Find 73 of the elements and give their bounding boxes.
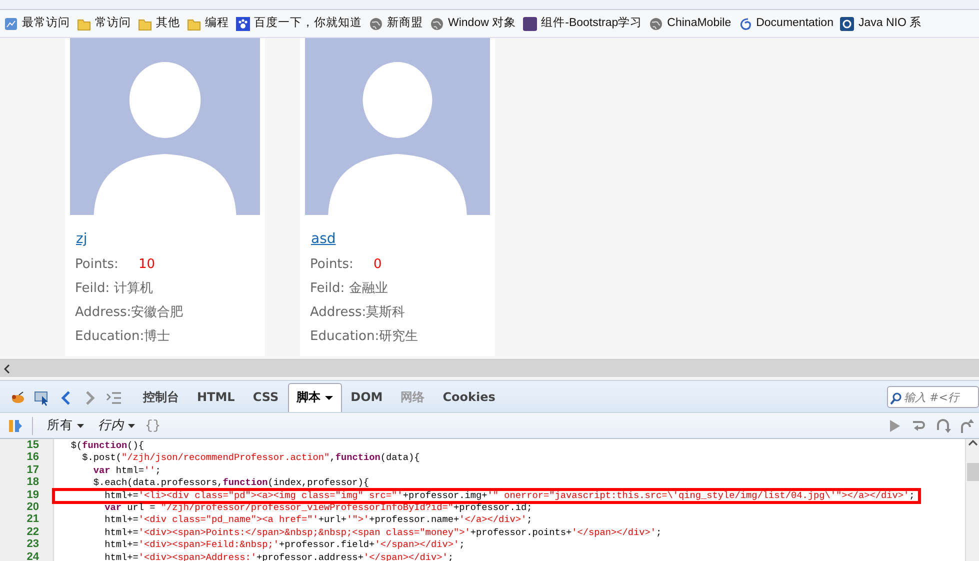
bug-icon[interactable]: [10, 390, 26, 406]
profile-education: Education:研究生: [310, 328, 420, 346]
line-number: 22: [26, 526, 40, 538]
paw-icon: [236, 17, 250, 31]
code-line: var url = "/zjh/professor/professor_viewProfessorInfoById?id="+professor.id;: [104, 502, 534, 514]
square-logo-icon: [840, 17, 854, 31]
profile-address: Address:莫斯科: [310, 304, 406, 322]
globe-icon: [649, 17, 664, 31]
bookmark-link[interactable]: 新商盟: [387, 15, 423, 33]
bookmark-link[interactable]: 其他: [156, 15, 180, 33]
folder-icon: [187, 17, 201, 31]
bookmark-link[interactable]: 最常访问: [22, 15, 70, 33]
indent-list-icon[interactable]: [106, 390, 122, 406]
code-line: html+='<div><span>Points:</span>&nbsp;&nbsp;<span class="money">'+professor.points+'</span></div>';: [104, 526, 663, 540]
code-line: html+='<li><div class="pd"><a><img class="img" src="'+professor.img+'" onerror="javascript:this.src=\'qing_style/img/list/04.jpg\'"></a></div>';: [54, 490, 919, 502]
profile-field: Feild: 计算机: [75, 279, 260, 298]
panel-tab[interactable]: Cookies: [434, 383, 504, 412]
line-number: 17: [26, 464, 40, 476]
code-line: $.post("/zjh/json/recommendProfessor.action",function(data){: [81, 452, 421, 465]
professor-name-link[interactable]: zj: [76, 229, 88, 250]
line-number: 16: [26, 451, 40, 464]
folder-icon: [138, 17, 152, 31]
profile-field: Feild: 金融业: [310, 279, 490, 298]
line-number: 23: [26, 538, 40, 551]
line-number: 19: [26, 488, 40, 501]
bookmark-link[interactable]: 百度一下，你就知道: [254, 15, 362, 33]
code-line: var html='';: [92, 464, 162, 478]
code-line: html+='<div><span>Feild:&nbsp;'+professor.field+'</span></div>';: [104, 539, 466, 552]
scrollbar-thumb[interactable]: [966, 463, 978, 481]
globe-icon: [430, 17, 444, 31]
bookmark-link[interactable]: ChinaMobile: [667, 15, 732, 33]
pause-icon[interactable]: [8, 418, 22, 434]
folder-icon: [77, 17, 91, 31]
points-value: 0: [373, 257, 382, 272]
caret-icon: [77, 424, 84, 428]
bookmark-link[interactable]: Java NIO 系: [858, 15, 922, 33]
bookmark-link[interactable]: 编程: [205, 15, 229, 33]
step-out-icon[interactable]: [959, 418, 975, 434]
search-field[interactable]: 输入 #<行: [887, 386, 979, 408]
professor-name-link[interactable]: asd: [311, 229, 336, 250]
panel-tab[interactable]: HTML: [188, 383, 244, 412]
profile-address: Address:安徽合肥: [75, 304, 184, 322]
code-line: html+='<div class="pd_name"><a href="'+url+'">'+professor.name+'</a></div>';: [104, 514, 534, 527]
panel-tab[interactable]: 控制台: [134, 383, 188, 412]
line-number: 24: [26, 550, 40, 561]
scroll-left-icon[interactable]: [4, 364, 10, 374]
caret-icon: [324, 396, 333, 400]
scroll-up-icon[interactable]: [968, 439, 978, 447]
filter-dropdown[interactable]: 所有: [43, 416, 88, 435]
points-label: Points:: [310, 257, 354, 272]
panel-tab[interactable]: CSS: [244, 383, 288, 412]
bookmark-link[interactable]: Documentation: [756, 15, 834, 33]
points-label: Points:: [75, 257, 118, 272]
caret-icon: [128, 424, 135, 428]
profile-education: Education:博士: [75, 328, 172, 346]
step-into-icon[interactable]: [935, 418, 951, 434]
globe-icon: [369, 17, 383, 31]
panel-tab[interactable]: DOM: [342, 383, 392, 412]
bookmark-link[interactable]: 组件-Bootstrap学习: [541, 15, 642, 33]
points-value: 10: [138, 257, 155, 272]
line-number: 20: [26, 500, 40, 514]
bookmark-link[interactable]: Window 对象: [448, 15, 516, 33]
bookmark-link[interactable]: 常访问: [95, 15, 131, 33]
page-icon: [4, 17, 18, 31]
filter-dropdown[interactable]: 行内: [94, 416, 139, 435]
swirl-icon: [738, 17, 752, 31]
code-line: $(function(){: [70, 440, 146, 452]
panel-tab[interactable]: 脚本: [288, 383, 342, 412]
line-number: 15: [26, 439, 40, 452]
line-number: 21: [26, 513, 40, 526]
code-line: $.each(data.professors,function(index,professor){: [92, 477, 370, 490]
inspect-cursor-icon[interactable]: [34, 390, 50, 406]
line-number: 18: [26, 476, 40, 489]
